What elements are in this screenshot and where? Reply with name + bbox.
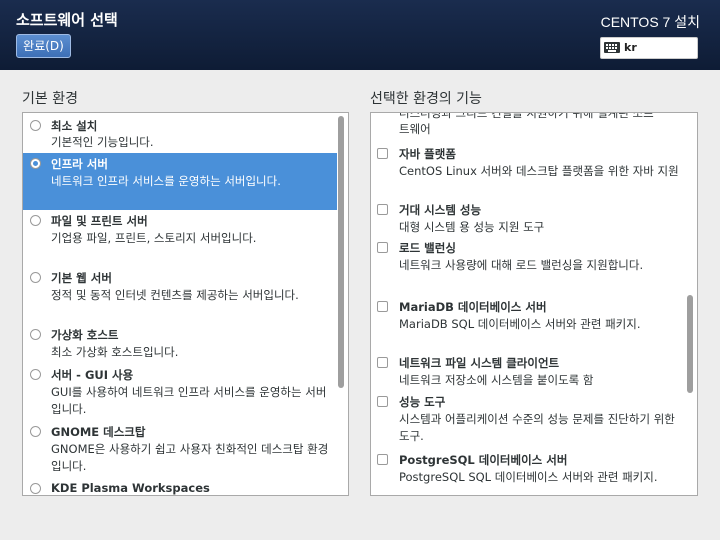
checkbox[interactable]	[377, 204, 388, 215]
checkbox[interactable]	[377, 301, 388, 312]
env-item-basic-web-server[interactable]: 기본 웹 서버 정적 및 동적 인터넷 컨텐츠를 제공하는 서버입니다.	[23, 267, 337, 324]
addon-title: MariaDB 데이터베이스 서버	[399, 300, 547, 314]
radio-button[interactable]	[30, 215, 41, 226]
header-bar: 소프트웨어 선택 완료(D) CENTOS 7 설치 kr	[0, 0, 720, 70]
product-title: CENTOS 7 설치	[600, 14, 700, 30]
radio-button[interactable]	[30, 369, 41, 380]
addon-title: 네트워크 파일 시스템 클라이언트	[399, 356, 560, 370]
env-item-title: KDE Plasma Workspaces	[51, 481, 210, 495]
base-environment-list: 최소 설치 기본적인 기능입니다. 인프라 서버 네트워크 인프라 서비스를 운…	[22, 112, 349, 496]
base-environment-label: 기본 환경	[22, 91, 78, 107]
env-item-gnome-desktop[interactable]: GNOME 데스크탑 GNOME은 사용하기 쉽고 사용자 친화적인 데스크탑 …	[23, 421, 337, 478]
scrollbar-thumb[interactable]	[687, 295, 693, 393]
checkbox[interactable]	[377, 148, 388, 159]
env-item-title: 기본 웹 서버	[51, 271, 112, 285]
radio-button-selected[interactable]	[30, 158, 41, 169]
checkbox[interactable]	[377, 357, 388, 368]
env-item-kde-plasma[interactable]: KDE Plasma Workspaces	[23, 478, 337, 495]
env-item-desc: 기업용 파일, 프린트, 스토리지 서버입니다.	[51, 231, 257, 245]
radio-button[interactable]	[30, 329, 41, 340]
addon-desc: PostgreSQL SQL 데이터베이스 서버와 관련 패키지.	[399, 470, 658, 484]
env-item-title: 서버 - GUI 사용	[51, 368, 134, 382]
env-item-desc: GUI를 사용하여 네트워크 인프라 서비스를 운영하는 서버입니다.	[51, 385, 327, 416]
page-title: 소프트웨어 선택	[16, 11, 118, 29]
base-environment-scrollbar[interactable]	[336, 113, 348, 495]
addon-desc: 네트워크 저장소에 시스템을 붙이도록 함	[399, 373, 594, 387]
env-item-server-with-gui[interactable]: 서버 - GUI 사용 GUI를 사용하여 네트워크 인프라 서비스를 운영하는…	[23, 364, 337, 421]
env-item-virtualization-host[interactable]: 가상화 호스트 최소 가상화 호스트입니다.	[23, 324, 337, 364]
env-item-infrastructure-server[interactable]: 인프라 서버 네트워크 인프라 서비스를 운영하는 서버입니다.	[23, 153, 337, 210]
keyboard-layout-label: kr	[624, 41, 637, 54]
env-item-desc: 최소 가상화 호스트입니다.	[51, 345, 179, 359]
checkbox[interactable]	[377, 396, 388, 407]
addon-title: PostgreSQL 데이터베이스 서버	[399, 453, 568, 467]
env-item-minimal[interactable]: 최소 설치 기본적인 기능입니다.	[23, 113, 337, 153]
addon-title: 자바 플랫폼	[399, 147, 456, 161]
radio-button[interactable]	[30, 483, 41, 494]
env-item-title: 파일 및 프린트 서버	[51, 214, 148, 228]
addons-label: 선택한 환경의 기능	[370, 91, 482, 107]
env-item-desc: 네트워크 인프라 서비스를 운영하는 서버입니다.	[51, 174, 281, 188]
addon-list: 터스터링과 그리드 컨널을 지원하기 위해 설계된 소프 트웨어 자바 플랫폼 …	[370, 112, 698, 496]
addon-desc: 네트워크 사용량에 대해 로드 밸런싱을 지원합니다.	[399, 258, 644, 272]
env-item-title: 인프라 서버	[51, 157, 108, 171]
radio-button[interactable]	[30, 426, 41, 437]
addon-desc: 시스템과 어플리케이션 수준의 성능 문제를 진단하기 위한 도구.	[399, 412, 675, 443]
scrollbar-thumb[interactable]	[338, 116, 344, 388]
addon-desc: 대형 시스템 용 성능 지원 도구	[399, 220, 545, 234]
checkbox[interactable]	[377, 454, 388, 465]
radio-button[interactable]	[30, 120, 41, 131]
addon-desc: CentOS Linux 서버와 데스크탑 플랫폼을 위한 자바 지원	[399, 164, 679, 178]
env-item-file-print-server[interactable]: 파일 및 프린트 서버 기업용 파일, 프린트, 스토리지 서버입니다.	[23, 210, 337, 267]
addon-partial-desc: 트웨어	[399, 122, 431, 136]
addon-title: 로드 밸런싱	[399, 241, 456, 255]
addon-title: 성능 도구	[399, 395, 446, 409]
addon-title: 거대 시스템 성능	[399, 203, 482, 217]
addon-scrollbar[interactable]	[685, 113, 697, 495]
env-item-desc: 기본적인 기능입니다.	[51, 135, 154, 149]
env-item-desc: 정적 및 동적 인터넷 컨텐츠를 제공하는 서버입니다.	[51, 288, 299, 302]
checkbox[interactable]	[377, 242, 388, 253]
radio-button[interactable]	[30, 272, 41, 283]
done-button[interactable]: 완료(D)	[16, 34, 71, 58]
env-item-desc: GNOME은 사용하기 쉽고 사용자 친화적인 데스크탑 환경입니다.	[51, 442, 329, 473]
keyboard-icon	[604, 42, 620, 53]
env-item-title: GNOME 데스크탑	[51, 425, 146, 439]
env-item-title: 가상화 호스트	[51, 328, 119, 342]
keyboard-layout-indicator[interactable]: kr	[600, 37, 698, 59]
addon-desc: MariaDB SQL 데이터베이스 서버와 관련 패키지.	[399, 317, 641, 331]
env-item-title: 최소 설치	[51, 119, 98, 133]
